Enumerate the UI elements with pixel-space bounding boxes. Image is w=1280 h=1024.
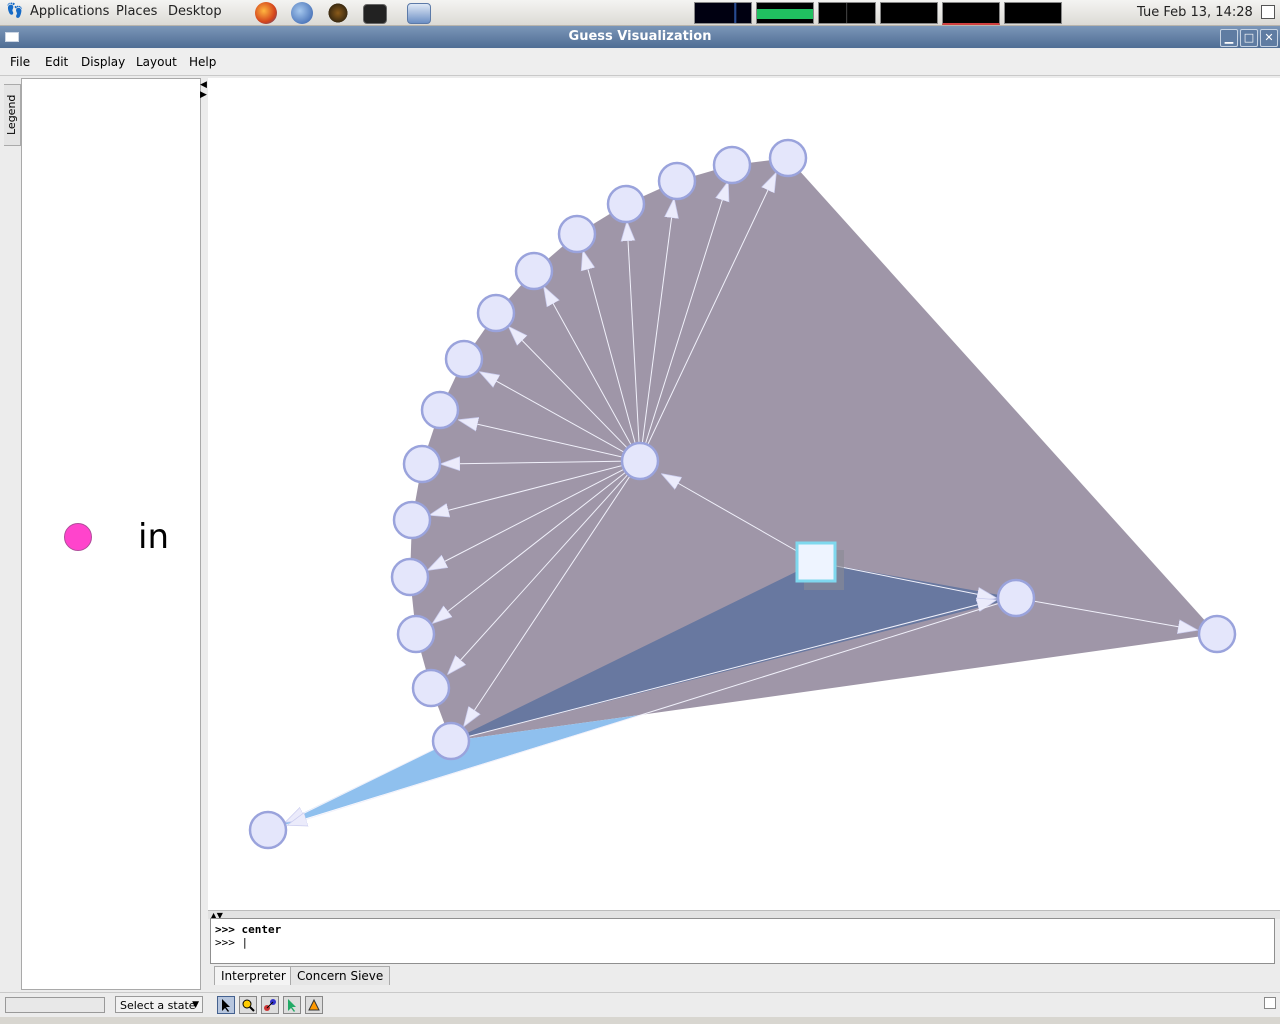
graph-node[interactable] — [712, 145, 752, 185]
maximize-button[interactable]: □ — [1240, 29, 1258, 47]
clock[interactable]: Tue Feb 13, 14:28 — [1137, 5, 1253, 20]
desktop-menu[interactable]: Desktop — [168, 4, 222, 19]
pointer-tool-icon[interactable] — [217, 996, 235, 1014]
state-select[interactable]: Select a state ▼ — [115, 996, 203, 1013]
gnome-foot-icon[interactable]: 👣 — [6, 3, 23, 19]
interpreter-console[interactable]: >>> center >>> | — [210, 918, 1275, 964]
menu-file[interactable]: File — [10, 55, 30, 69]
graph-node[interactable] — [390, 557, 430, 597]
menu-bar: File Edit Display Layout Help — [0, 49, 1280, 76]
graph-svg[interactable] — [208, 78, 1280, 910]
resize-grip-icon[interactable] — [1264, 997, 1276, 1009]
remote-desktop-icon[interactable] — [407, 3, 431, 24]
splitter-arrows[interactable]: ◀ ▶ — [200, 80, 208, 100]
legend-swatch — [64, 523, 92, 551]
graph-node[interactable] — [420, 390, 460, 430]
bug-icon[interactable] — [327, 2, 349, 24]
graph-node[interactable] — [396, 614, 436, 654]
tab-interpreter[interactable]: Interpreter — [214, 966, 293, 985]
window-titlebar[interactable]: Guess Visualization ▁ □ ✕ — [0, 26, 1280, 48]
menu-help[interactable]: Help — [189, 55, 216, 69]
swap-monitor — [880, 2, 938, 24]
applications-menu[interactable]: Applications — [30, 4, 109, 19]
firefox-icon[interactable] — [255, 2, 277, 24]
state-select-label: Select a state — [120, 999, 196, 1012]
graph-node[interactable] — [402, 444, 442, 484]
thunderbird-icon[interactable] — [291, 2, 313, 24]
graph-canvas[interactable] — [208, 78, 1280, 910]
terminal-icon[interactable] — [363, 4, 387, 24]
graph-node[interactable] — [411, 668, 451, 708]
legend-label: in — [138, 517, 169, 557]
places-menu[interactable]: Places — [116, 4, 157, 19]
graph-node[interactable] — [657, 161, 697, 201]
window-title: Guess Visualization — [568, 29, 712, 44]
graph-node[interactable] — [248, 810, 288, 850]
graph-node[interactable] — [514, 251, 554, 291]
interpreter-line: >>> center — [215, 923, 282, 936]
network-monitor — [818, 2, 876, 24]
layout-tool-icon[interactable] — [305, 996, 323, 1014]
graph-node[interactable] — [392, 500, 432, 540]
graph-node[interactable] — [1197, 614, 1237, 654]
chevron-down-icon: ▼ — [192, 1000, 199, 1010]
tab-concern-sieve[interactable]: Concern Sieve — [290, 966, 391, 985]
load-monitor — [942, 2, 1000, 25]
select-tool-icon[interactable] — [283, 996, 301, 1014]
menu-edit[interactable]: Edit — [45, 55, 68, 69]
menu-layout[interactable]: Layout — [136, 55, 177, 69]
status-field — [5, 997, 105, 1013]
gnome-top-panel: 👣 Applications Places Desktop Tue Feb 13… — [0, 0, 1280, 26]
graph-node[interactable] — [996, 578, 1036, 618]
menu-display[interactable]: Display — [81, 55, 125, 69]
minimize-button[interactable]: ▁ — [1220, 29, 1238, 47]
status-bar: Select a state ▼ — [0, 992, 1280, 1017]
interpreter-prompt[interactable]: >>> | — [215, 936, 248, 949]
cpu-monitor — [694, 2, 752, 24]
graph-node[interactable] — [620, 441, 660, 481]
bottom-taskbar — [0, 1017, 1280, 1024]
graph-node[interactable] — [606, 184, 646, 224]
close-button[interactable]: ✕ — [1260, 29, 1278, 47]
graph-node[interactable] — [768, 138, 808, 178]
graph-node[interactable] — [444, 339, 484, 379]
graph-node[interactable] — [557, 214, 597, 254]
zoom-tool-icon[interactable] — [239, 996, 257, 1014]
disk-monitor — [1004, 2, 1062, 24]
convex-hull-gray — [410, 158, 1217, 741]
legend-tab[interactable]: Legend — [4, 84, 21, 146]
node-edit-tool-icon[interactable] — [261, 996, 279, 1014]
memory-monitor — [756, 2, 814, 24]
legend-panel: in — [21, 78, 201, 990]
center-node[interactable] — [795, 541, 837, 583]
graph-node[interactable] — [431, 721, 471, 761]
graph-node[interactable] — [476, 293, 516, 333]
show-desktop-icon[interactable] — [1261, 5, 1275, 19]
